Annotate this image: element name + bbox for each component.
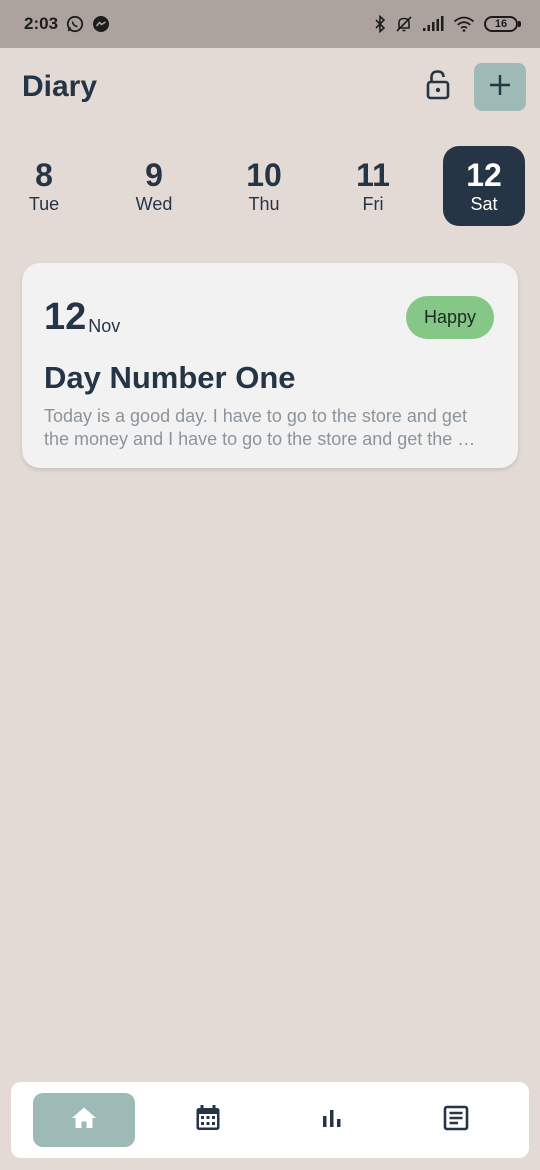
nav-stats[interactable] [281,1093,383,1147]
day-weekday: Wed [135,194,173,214]
day-number: 12 [466,157,502,193]
alarm-off-icon [395,15,413,33]
entry-preview: Today is a good day. I have to go to the… [44,406,476,449]
nav-calendar[interactable] [157,1093,259,1147]
plus-icon [489,74,511,101]
day-weekday: Fri [362,194,384,214]
status-time: 2:03 [24,14,59,33]
battery-icon: 16 [484,16,521,32]
day-number: 11 [356,157,390,193]
entry-day: 12 [44,296,87,338]
day-weekday: Sat [470,194,498,214]
day-number: 10 [246,157,282,193]
stats-icon [321,1107,343,1134]
day-number: 8 [35,157,53,193]
entry-month: Nov [88,316,121,336]
messenger-icon [92,15,110,33]
whatsapp-icon [66,15,84,33]
bluetooth-icon [374,15,386,33]
day-selector: 8 Tue 9 Wed 10 Thu 11 Fri 12 Sat [0,146,540,226]
day-number: 9 [145,157,163,193]
day-weekday: Thu [248,194,280,214]
status-bar: 2:03 16 [0,0,540,48]
wifi-icon [453,16,475,32]
day-weekday: Tue [28,194,60,214]
day-item[interactable]: 8 Tue [3,146,85,226]
entry-title: Day Number One [44,360,296,395]
app-header: Diary [22,62,526,112]
day-item[interactable]: 9 Wed [113,146,195,226]
lock-open-icon [425,69,451,106]
bottom-nav [11,1082,529,1158]
nav-notes[interactable] [405,1093,507,1147]
home-icon [71,1106,97,1135]
nav-home[interactable] [33,1093,135,1147]
day-item[interactable]: 10 Thu [223,146,305,226]
mood-badge: Happy [405,296,494,339]
day-item-selected[interactable]: 12 Sat [443,146,525,226]
add-entry-button[interactable] [474,63,526,111]
lock-button[interactable] [420,69,456,105]
day-item[interactable]: 11 Fri [332,146,414,226]
signal-icon [422,16,444,32]
calendar-icon [195,1104,221,1137]
page-title: Diary [22,70,98,103]
diary-entry-card[interactable]: 12 Nov Happy Day Number One Today is a g… [22,263,518,468]
notes-icon [443,1105,469,1136]
